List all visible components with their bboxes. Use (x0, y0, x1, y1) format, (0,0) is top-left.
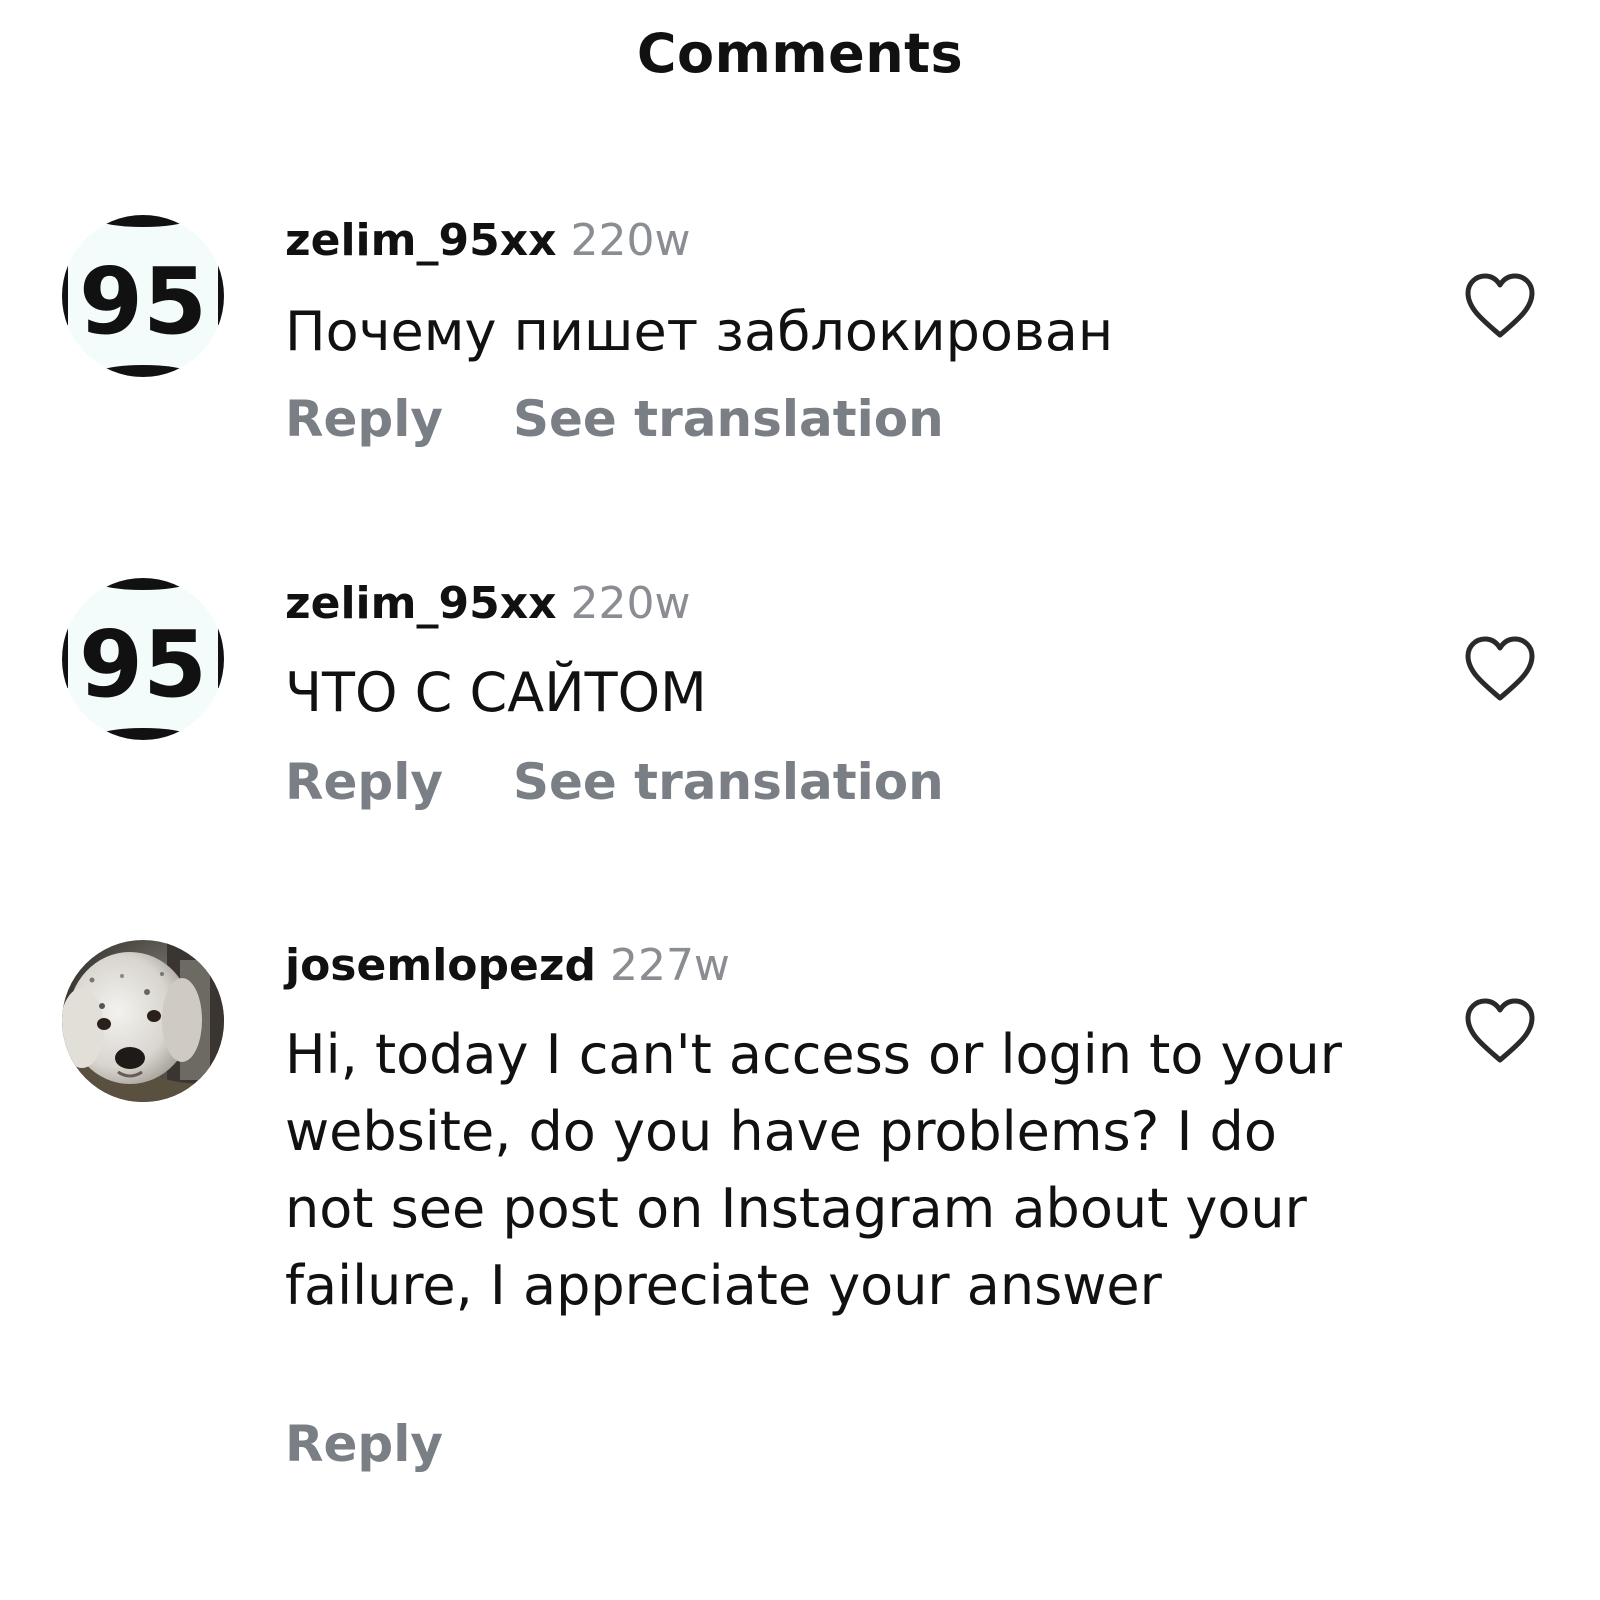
svg-text:95: 95 (79, 611, 207, 718)
username[interactable]: josemlopezd (285, 940, 596, 991)
avatar[interactable] (62, 940, 224, 1102)
heart-outline-icon (1465, 636, 1535, 701)
comment-meta: zelim_95xx 220w (285, 215, 690, 266)
username[interactable]: zelim_95xx (285, 578, 556, 629)
page-title: Comments (636, 22, 964, 85)
timestamp: 220w (570, 578, 691, 629)
comment-text: Почему пишет заблокирован (285, 300, 1114, 363)
dog-photo-icon (62, 940, 224, 1102)
timestamp: 220w (570, 215, 691, 266)
see-translation-button[interactable]: See translation (513, 753, 944, 811)
heart-outline-icon (1465, 273, 1535, 338)
avatar-95-icon: 95 (62, 578, 224, 740)
reply-button[interactable]: Reply (285, 753, 443, 811)
avatar[interactable]: 95 (62, 578, 224, 740)
like-button[interactable] (1464, 273, 1536, 339)
comment-actions: Reply See translation (285, 753, 1014, 811)
comment-meta: zelim_95xx 220w (285, 578, 690, 629)
avatar-95-icon: 95 (62, 215, 224, 377)
reply-button[interactable]: Reply (285, 390, 443, 448)
svg-text:95: 95 (79, 248, 207, 355)
comment-meta: josemlopezd 227w (285, 940, 730, 991)
comment-text: Hi, today I can't access or login to you… (285, 1023, 1342, 1317)
like-button[interactable] (1464, 636, 1536, 702)
comment-actions: Reply See translation (285, 390, 1014, 448)
comment-actions: Reply (285, 1415, 513, 1473)
username[interactable]: zelim_95xx (285, 215, 556, 266)
avatar[interactable]: 95 (62, 215, 224, 377)
heart-outline-icon (1465, 998, 1535, 1063)
comment-text: ЧТО С САЙТОМ (285, 661, 707, 724)
timestamp: 227w (609, 940, 730, 991)
see-translation-button[interactable]: See translation (513, 390, 944, 448)
like-button[interactable] (1464, 998, 1536, 1064)
reply-button[interactable]: Reply (285, 1415, 443, 1473)
